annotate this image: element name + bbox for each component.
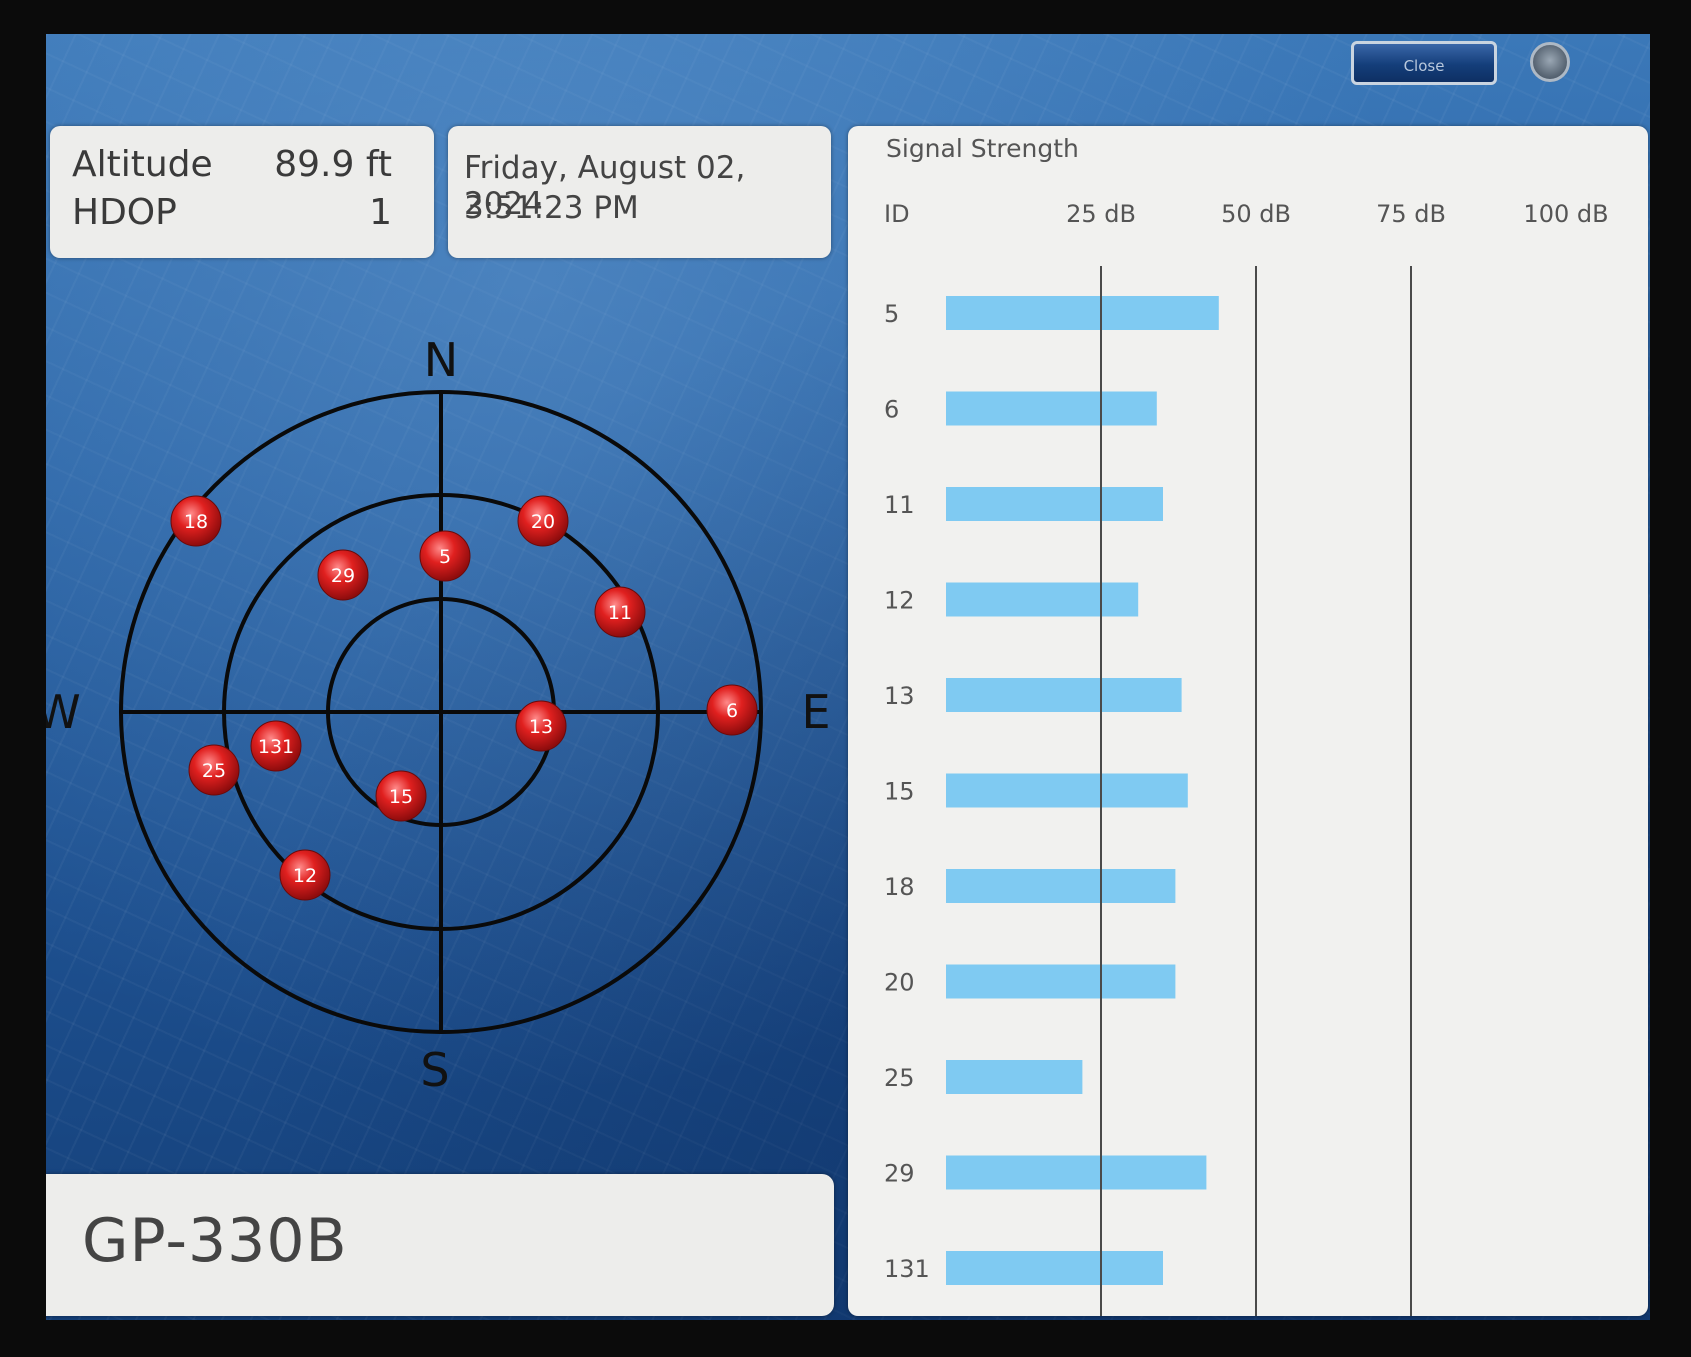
signal-bar-15	[946, 773, 1188, 808]
satellite-label-25: 25	[202, 760, 226, 782]
satellite-label-20: 20	[531, 511, 555, 533]
power-button[interactable]	[1530, 42, 1570, 82]
signal-row-id-25: 25	[884, 1064, 915, 1092]
satellite-label-12: 12	[293, 865, 317, 887]
signal-row-id-18: 18	[884, 873, 915, 901]
satellite-label-29: 29	[331, 565, 355, 587]
signal-bar-6	[946, 391, 1157, 426]
signal-bar-5	[946, 296, 1219, 330]
signal-bar-29	[946, 1155, 1207, 1190]
satellite-label-131: 131	[258, 736, 294, 758]
signal-row-id-20: 20	[884, 969, 915, 997]
close-button[interactable]: Close	[1351, 41, 1497, 85]
signal-row-id-6: 6	[884, 396, 899, 424]
satellite-label-18: 18	[184, 511, 208, 533]
signal-bar-20	[946, 964, 1176, 999]
compass-south: S	[420, 1043, 449, 1097]
signal-row-id-131: 131	[884, 1255, 930, 1283]
signal-row-id-5: 5	[884, 300, 899, 328]
signal-strength-panel: Signal Strength ID 25 dB 50 dB 75 dB 100 dB 5…	[848, 126, 1648, 1316]
signal-tick-label: 25 dB	[1066, 200, 1136, 228]
signal-bar-13	[946, 678, 1182, 712]
signal-row-id-15: 15	[884, 778, 915, 806]
device-model-panel: GP-330B	[46, 1174, 834, 1316]
compass-east: E	[801, 685, 830, 739]
device-model-text: GP-330B	[82, 1206, 348, 1276]
satellite-label-15: 15	[389, 786, 413, 808]
signal-bar-11	[946, 487, 1163, 521]
signal-bar-12	[946, 582, 1139, 617]
signal-tick-label: 75 dB	[1376, 200, 1446, 228]
compass-north: N	[424, 333, 458, 387]
signal-tick-label: 100 dB	[1523, 200, 1608, 228]
gps-screen: Close Altitude 89.9 ft HDOP 1 Friday, Au…	[46, 34, 1650, 1320]
signal-bar-18	[946, 869, 1176, 903]
signal-row-id-29: 29	[884, 1160, 915, 1188]
signal-bar-25	[946, 1060, 1083, 1094]
satellite-skyplot: N S E W 18 20 5 29 11 6 13 131 25 15 12	[46, 333, 831, 1097]
signal-id-header: ID	[884, 200, 910, 228]
satellite-label-11: 11	[608, 602, 632, 624]
signal-row-id-13: 13	[884, 682, 915, 710]
compass-west: W	[46, 685, 81, 739]
signal-row-id-11: 11	[884, 491, 915, 519]
satellite-label-13: 13	[529, 716, 553, 738]
satellite-label-5: 5	[439, 546, 451, 568]
signal-row-id-12: 12	[884, 587, 915, 615]
signal-tick-label: 50 dB	[1221, 200, 1291, 228]
signal-strength-chart: ID 25 dB 50 dB 75 dB 100 dB 5 6 11 12 13 15 18 20 25 2…	[884, 200, 1609, 1316]
signal-bar-131	[946, 1251, 1163, 1285]
satellite-label-6: 6	[726, 700, 738, 722]
